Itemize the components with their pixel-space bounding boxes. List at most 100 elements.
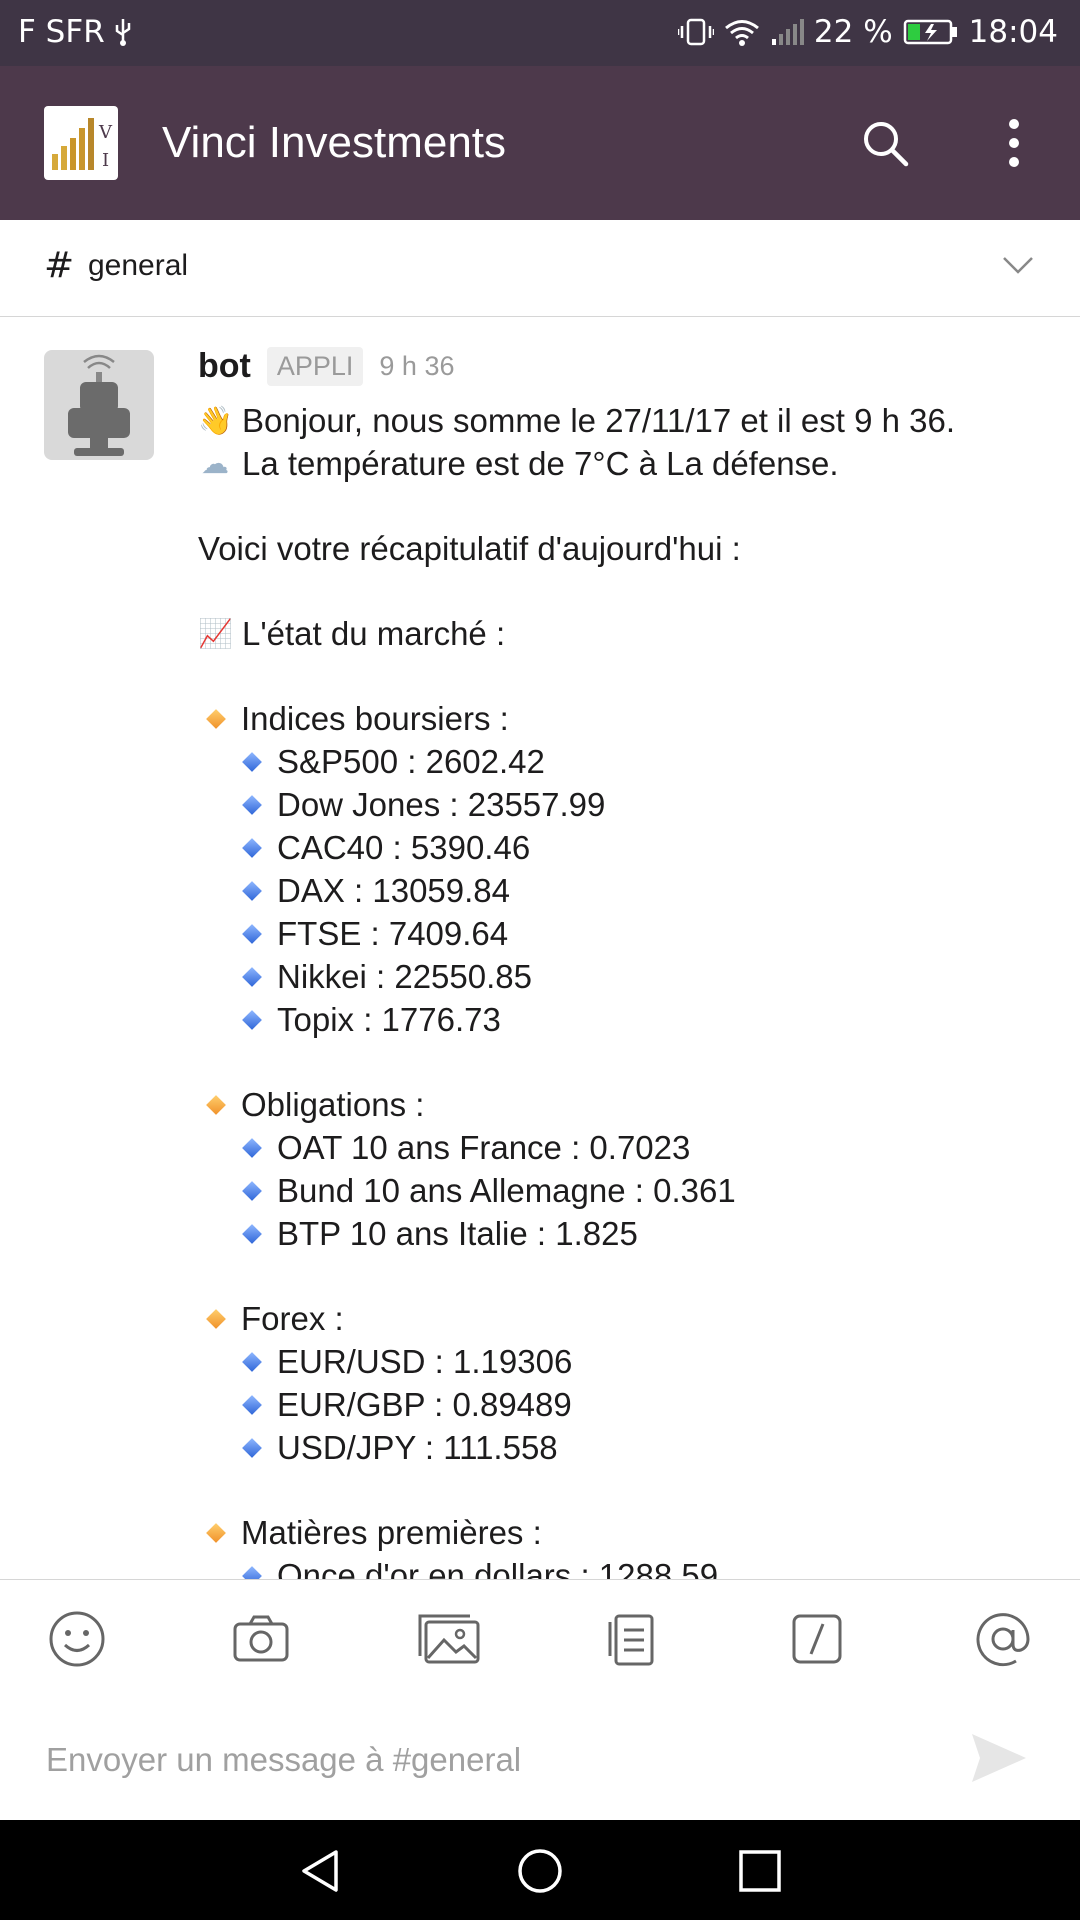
list-item: Nikkei : 22550.85 bbox=[198, 955, 1058, 998]
message-list[interactable]: bot APPLI 9 h 36 👋 Bonjour, nous somme l… bbox=[0, 317, 1080, 1579]
item-text: EUR/GBP : 0.89489 bbox=[277, 1386, 572, 1423]
home-icon[interactable] bbox=[517, 1848, 563, 1894]
item-text: DAX : 13059.84 bbox=[277, 872, 510, 909]
list-item: S&P500 : 2602.42 bbox=[198, 740, 1058, 783]
gallery-icon[interactable] bbox=[414, 1608, 482, 1670]
greeting-text: Bonjour, nous somme le 27/11/17 et il es… bbox=[242, 402, 955, 439]
list-item: DAX : 13059.84 bbox=[198, 869, 1058, 912]
blue-diamond-icon bbox=[242, 1437, 262, 1458]
blue-diamond-icon bbox=[242, 1223, 262, 1244]
section-commodities: Matières premières : bbox=[198, 1511, 1058, 1554]
list-item: FTSE : 7409.64 bbox=[198, 912, 1058, 955]
item-text: CAC40 : 5390.46 bbox=[277, 829, 531, 866]
mention-icon[interactable] bbox=[972, 1608, 1034, 1670]
section-title: Matières premières : bbox=[241, 1514, 542, 1551]
avatar[interactable] bbox=[44, 350, 154, 460]
weather-line: ☁ La température est de 7°C à La défense… bbox=[198, 442, 1058, 485]
blue-diamond-icon bbox=[242, 1180, 262, 1201]
list-item: Dow Jones : 23557.99 bbox=[198, 783, 1058, 826]
weather-text: La température est de 7°C à La défense. bbox=[242, 445, 839, 482]
item-text: Bund 10 ans Allemagne : 0.361 bbox=[277, 1172, 736, 1209]
blue-diamond-icon bbox=[242, 1351, 262, 1372]
usb-icon bbox=[115, 19, 130, 46]
list-item: Bund 10 ans Allemagne : 0.361 bbox=[198, 1169, 1058, 1212]
orange-diamond-icon bbox=[206, 1094, 226, 1115]
orange-diamond-icon bbox=[206, 1522, 226, 1543]
intro-line: Voici votre récapitulatif d'aujourd'hui … bbox=[198, 530, 741, 567]
logo-graphic: V I bbox=[52, 118, 113, 171]
blue-diamond-icon bbox=[242, 1394, 262, 1415]
blue-diamond-icon bbox=[242, 966, 262, 987]
message-author[interactable]: bot bbox=[198, 347, 251, 386]
item-text: Dow Jones : 23557.99 bbox=[277, 786, 606, 823]
section-title: Obligations : bbox=[241, 1086, 425, 1123]
orange-diamond-icon bbox=[206, 708, 226, 729]
item-text: S&P500 : 2602.42 bbox=[277, 743, 545, 780]
workspace-logo[interactable]: V I bbox=[44, 106, 118, 180]
battery-charging-icon bbox=[903, 19, 957, 45]
emoji-icon[interactable] bbox=[46, 1608, 108, 1670]
section-indices: Indices boursiers : bbox=[198, 697, 1058, 740]
list-item: Topix : 1776.73 bbox=[198, 998, 1058, 1041]
message-body: 👋 Bonjour, nous somme le 27/11/17 et il … bbox=[198, 399, 1058, 1579]
blue-diamond-icon bbox=[242, 880, 262, 901]
signal-icon bbox=[771, 19, 804, 45]
vibrate-icon bbox=[677, 18, 714, 46]
back-icon[interactable] bbox=[298, 1848, 344, 1894]
search-icon[interactable] bbox=[860, 118, 910, 168]
section-title: Forex : bbox=[241, 1300, 344, 1337]
item-text: BTP 10 ans Italie : 1.825 bbox=[277, 1215, 638, 1252]
blue-diamond-icon bbox=[242, 1009, 262, 1030]
camera-icon[interactable] bbox=[230, 1608, 292, 1670]
section-bonds: Obligations : bbox=[198, 1083, 1058, 1126]
blue-diamond-icon bbox=[242, 751, 262, 772]
app-header: V I Vinci Investments bbox=[0, 66, 1080, 220]
app-badge: APPLI bbox=[266, 347, 364, 386]
list-item: Once d'or en dollars : 1288.59 bbox=[198, 1554, 1058, 1579]
chevron-down-icon[interactable] bbox=[1002, 254, 1034, 278]
send-icon[interactable] bbox=[968, 1730, 1030, 1786]
svg-text:V: V bbox=[98, 122, 113, 143]
list-item: EUR/GBP : 0.89489 bbox=[198, 1383, 1058, 1426]
blue-diamond-icon bbox=[242, 794, 262, 815]
blue-diamond-icon bbox=[242, 1565, 262, 1579]
message-input[interactable] bbox=[44, 1734, 928, 1786]
item-text: FTSE : 7409.64 bbox=[277, 915, 509, 952]
blue-diamond-icon bbox=[242, 837, 262, 858]
list-item: CAC40 : 5390.46 bbox=[198, 826, 1058, 869]
message-composer bbox=[0, 1579, 1080, 1821]
battery-percent: 22 % bbox=[813, 14, 893, 50]
market-text: L'état du marché : bbox=[242, 615, 506, 652]
list-item: BTP 10 ans Italie : 1.825 bbox=[198, 1212, 1058, 1255]
slash-command-icon[interactable] bbox=[786, 1608, 848, 1670]
list-item: OAT 10 ans France : 0.7023 bbox=[198, 1126, 1058, 1169]
carrier-label: F SFR bbox=[18, 14, 105, 50]
message-timestamp: 9 h 36 bbox=[379, 351, 455, 381]
channel-bar[interactable]: # general bbox=[0, 220, 1080, 317]
workspace-title: Vinci Investments bbox=[162, 118, 507, 167]
item-text: Once d'or en dollars : 1288.59 bbox=[277, 1557, 719, 1579]
svg-text:I: I bbox=[102, 150, 109, 171]
cloud-icon: ☁ bbox=[201, 448, 229, 479]
wave-icon: 👋 bbox=[198, 405, 233, 436]
item-text: EUR/USD : 1.19306 bbox=[277, 1343, 573, 1380]
blue-diamond-icon bbox=[242, 1137, 262, 1158]
blue-diamond-icon bbox=[242, 923, 262, 944]
wifi-icon bbox=[724, 20, 759, 46]
section-title: Indices boursiers : bbox=[241, 700, 509, 737]
files-icon[interactable] bbox=[602, 1608, 664, 1670]
item-text: USD/JPY : 111.558 bbox=[277, 1429, 558, 1466]
channel-hash-icon: # bbox=[44, 245, 75, 286]
greeting-line: 👋 Bonjour, nous somme le 27/11/17 et il … bbox=[198, 399, 1058, 442]
chart-increasing-icon: 📈 bbox=[198, 618, 233, 649]
message-header: bot APPLI 9 h 36 bbox=[198, 347, 454, 386]
clock: 18:04 bbox=[968, 14, 1058, 50]
status-bar: F SFR 22 % 18:04 bbox=[0, 0, 1080, 66]
list-item: USD/JPY : 111.558 bbox=[198, 1426, 1058, 1469]
item-text: Nikkei : 22550.85 bbox=[277, 958, 532, 995]
more-vertical-icon[interactable] bbox=[1000, 116, 1028, 170]
bot-avatar-icon bbox=[68, 354, 130, 456]
item-text: OAT 10 ans France : 0.7023 bbox=[277, 1129, 691, 1166]
recents-icon[interactable] bbox=[737, 1848, 783, 1894]
channel-name[interactable]: general bbox=[88, 249, 188, 283]
